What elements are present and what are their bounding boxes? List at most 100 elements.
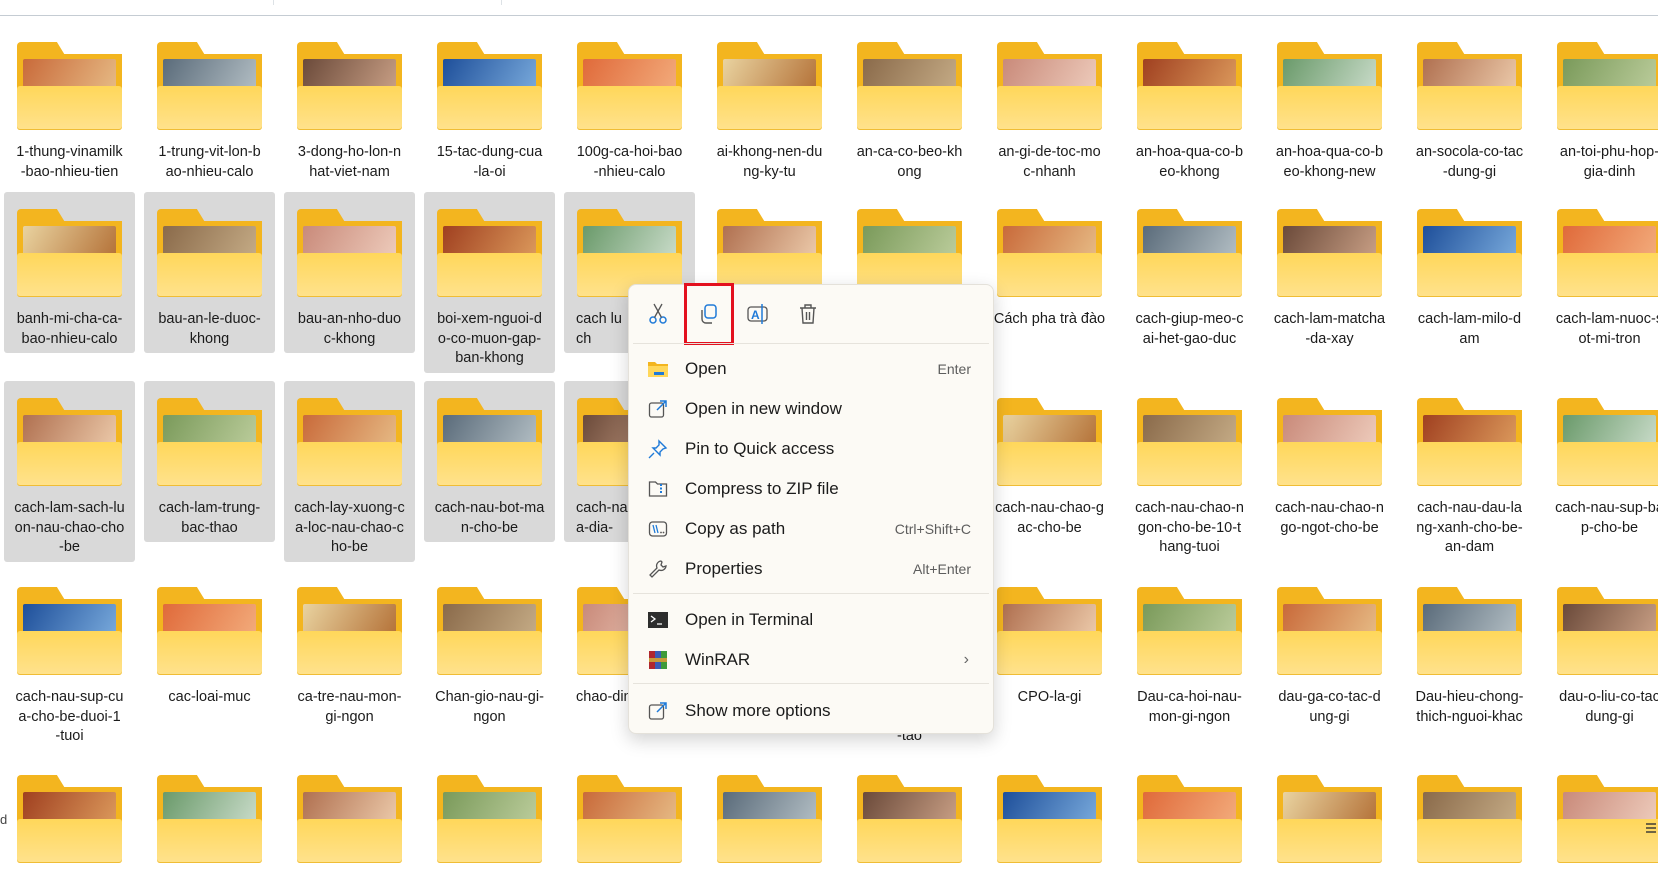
folder-item[interactable]: 3-dong-ho-lon-n hat-viet-nam bbox=[284, 25, 415, 186]
folder-item[interactable]: an-socola-co-tac -dung-gi bbox=[1404, 25, 1535, 186]
folder-name: banh-mi-cha-ca-bao-nhieu-calo bbox=[4, 310, 135, 353]
folder-name-line: -dung-gi bbox=[1442, 163, 1497, 180]
menu-item-label: Show more options bbox=[685, 701, 831, 720]
folder-item[interactable] bbox=[284, 758, 415, 878]
folder-name-line: 1-thung-vinamilk bbox=[16, 144, 123, 160]
folder-item[interactable]: an-hoa-qua-co-b eo-khong-new bbox=[1264, 25, 1395, 186]
cut-button[interactable] bbox=[641, 299, 675, 329]
folder-item[interactable]: an-ca-co-beo-kh ong bbox=[844, 25, 975, 186]
folder-item[interactable]: cach-giup-meo-c ai-het-gao-duc bbox=[1124, 192, 1255, 353]
folder-item[interactable] bbox=[1404, 758, 1535, 878]
folder-item[interactable]: Cách pha trà đào bbox=[984, 192, 1115, 334]
folder-item[interactable]: Dau-ca-hoi-nau-mon-gi-ngon bbox=[1124, 570, 1255, 731]
delete-button[interactable] bbox=[791, 299, 825, 329]
folder-icon bbox=[1277, 775, 1382, 863]
folder-item[interactable]: Chan-gio-nau-gi-ngon bbox=[424, 570, 555, 731]
menu-item-properties[interactable]: Properties Alt+Enter bbox=[633, 551, 989, 587]
folder-name-line: gia-dinh bbox=[1583, 163, 1636, 180]
rename-button[interactable]: A bbox=[741, 299, 775, 329]
folder-name: an-gi-de-toc-mo c-nhanh bbox=[984, 143, 1115, 186]
folder-name-line: 1-trung-vit-lon-b bbox=[158, 144, 261, 160]
folder-item[interactable]: bau-an-nho-duo c-khong bbox=[284, 192, 415, 353]
folder-item[interactable]: bau-an-le-duoc-khong bbox=[144, 192, 275, 353]
menu-item-compress-to-zip-file[interactable]: Compress to ZIP file bbox=[633, 471, 989, 507]
open-new-window-icon bbox=[647, 398, 669, 420]
folder-item[interactable]: cach-lam-trung-bac-thao bbox=[144, 381, 275, 542]
folder-name-line: CPO-la-gi bbox=[1017, 689, 1082, 705]
folder-item[interactable]: 100g-ca-hoi-bao -nhieu-calo bbox=[564, 25, 695, 186]
folder-item[interactable]: cach-nau-chao-n go-ngot-cho-be bbox=[1264, 381, 1395, 542]
folder-icon bbox=[1277, 587, 1382, 675]
folder-item[interactable] bbox=[984, 758, 1115, 878]
folder-item[interactable] bbox=[144, 758, 275, 878]
folder-icon bbox=[297, 587, 402, 675]
folder-name: dau-o-liu-co-tac dung-gi bbox=[1544, 688, 1658, 731]
folder-item[interactable]: cach-nau-bot-ma n-cho-be bbox=[424, 381, 555, 542]
menu-item-open-in-new-window[interactable]: Open in new window bbox=[633, 391, 989, 427]
folder-icon bbox=[17, 775, 122, 863]
folder-item[interactable]: ai-khong-nen-du ng-ky-tu bbox=[704, 25, 835, 186]
folder-name-line: Cách pha trà đào bbox=[993, 311, 1106, 327]
folder-item[interactable] bbox=[424, 758, 555, 878]
folder-name-line: gi-ngon bbox=[325, 708, 374, 725]
folder-name-line: an-dam bbox=[1444, 539, 1495, 555]
folder-item[interactable]: Dau-hieu-chong-thich-nguoi-khac bbox=[1404, 570, 1535, 731]
folder-name-line: -bao-nhieu-tien bbox=[20, 163, 119, 180]
menu-item-show-more-options[interactable]: Show more options bbox=[633, 693, 989, 729]
folder-icon bbox=[1137, 398, 1242, 486]
folder-item[interactable]: cach-lam-nuoc-s ot-mi-tron bbox=[1544, 192, 1658, 353]
folder-item[interactable] bbox=[1264, 758, 1395, 878]
copy-path-icon bbox=[647, 518, 669, 540]
folder-name: an-hoa-qua-co-b eo-khong-new bbox=[1264, 143, 1395, 186]
folder-icon bbox=[437, 209, 542, 297]
folder-name: cach-nau-chao-g ac-cho-be bbox=[984, 499, 1115, 542]
details-view-icon[interactable] bbox=[1646, 822, 1656, 834]
folder-item[interactable]: cach-nau-sup-cu a-cho-be-duoi-1 -tuoi bbox=[4, 570, 135, 751]
folder-name-line: Dau-ca-hoi-nau- bbox=[1137, 689, 1242, 705]
folder-item[interactable]: cach-nau-sup-ba p-cho-be bbox=[1544, 381, 1658, 542]
folder-item[interactable]: cach-lam-matcha -da-xay bbox=[1264, 192, 1395, 353]
folder-item[interactable]: cach-lam-milo-d am bbox=[1404, 192, 1535, 353]
folder-item[interactable]: 1-trung-vit-lon-b ao-nhieu-calo bbox=[144, 25, 275, 186]
menu-item-winrar[interactable]: WinRAR › bbox=[633, 642, 989, 678]
folder-name-line: ngon bbox=[473, 708, 506, 725]
folder-item[interactable]: cach-nau-chao-g ac-cho-be bbox=[984, 381, 1115, 542]
folder-icon bbox=[1557, 775, 1658, 863]
folder-name-line: c-nhanh bbox=[1023, 163, 1076, 180]
folder-item[interactable]: dau-o-liu-co-tac dung-gi bbox=[1544, 570, 1658, 731]
folder-name-line: cach-nau-dau-la bbox=[1417, 500, 1522, 516]
folder-item[interactable]: 1-thung-vinamilk -bao-nhieu-tien bbox=[4, 25, 135, 186]
folder-name-line: ac-cho-be bbox=[1017, 519, 1082, 536]
folder-name: Cách pha trà đào bbox=[984, 310, 1115, 334]
folder-item[interactable] bbox=[564, 758, 695, 878]
menu-item-open-in-terminal[interactable]: Open in Terminal bbox=[633, 602, 989, 638]
folder-item[interactable]: dau-ga-co-tac-d ung-gi bbox=[1264, 570, 1395, 731]
folder-name-line: Chan-gio-nau-gi- bbox=[435, 689, 544, 705]
menu-item-open[interactable]: Open Enter bbox=[633, 351, 989, 387]
folder-item[interactable]: ca-tre-nau-mon-gi-ngon bbox=[284, 570, 415, 731]
folder-item[interactable]: CPO-la-gi bbox=[984, 570, 1115, 712]
folder-item[interactable]: banh-mi-cha-ca-bao-nhieu-calo bbox=[4, 192, 135, 353]
folder-item[interactable]: an-hoa-qua-co-b eo-khong bbox=[1124, 25, 1255, 186]
folder-item[interactable]: an-toi-phu-hop-gia-dinh bbox=[1544, 25, 1658, 186]
folder-name-line: cach-nau-chao-n bbox=[1135, 500, 1244, 516]
folder-item[interactable]: boi-xem-nguoi-d o-co-muon-gap-ban-khong bbox=[424, 192, 555, 373]
menu-item-pin-to-quick-access[interactable]: Pin to Quick access bbox=[633, 431, 989, 467]
folder-item[interactable]: an-gi-de-toc-mo c-nhanh bbox=[984, 25, 1115, 186]
folder-item[interactable]: cach-lam-sach-lu on-nau-chao-cho -be bbox=[4, 381, 135, 562]
folder-item[interactable] bbox=[4, 758, 135, 878]
folder-item[interactable] bbox=[1544, 758, 1658, 878]
folder-name: cach-lam-trung-bac-thao bbox=[144, 499, 275, 542]
folder-item[interactable] bbox=[1124, 758, 1255, 878]
folder-item[interactable] bbox=[704, 758, 835, 878]
folder-name-line: khong bbox=[189, 330, 230, 347]
menu-item-copy-as-path[interactable]: Copy as path Ctrl+Shift+C bbox=[633, 511, 989, 547]
folder-item[interactable]: cach-nau-dau-la ng-xanh-cho-be-an-dam bbox=[1404, 381, 1535, 562]
folder-item[interactable]: cach-lay-xuong-c a-loc-nau-chao-c ho-be bbox=[284, 381, 415, 562]
folder-item[interactable]: cac-loai-muc bbox=[144, 570, 275, 712]
folder-item[interactable] bbox=[844, 758, 975, 878]
folder-name-line: an-gi-de-toc-mo bbox=[998, 144, 1101, 160]
folder-item[interactable]: 15-tac-dung-cua -la-oi bbox=[424, 25, 555, 186]
folder-item[interactable]: cach-nau-chao-n gon-cho-be-10-t hang-tuoi bbox=[1124, 381, 1255, 562]
folder-name-line: mon-gi-ngon bbox=[1148, 708, 1231, 725]
